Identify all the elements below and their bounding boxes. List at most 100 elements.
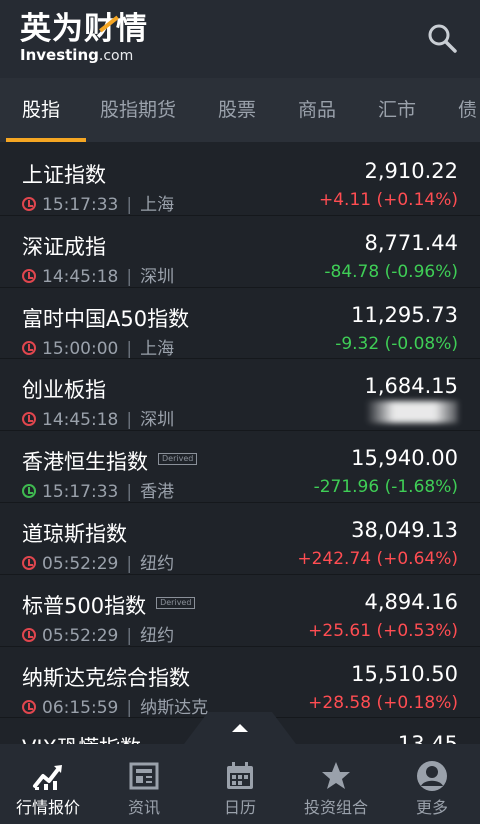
investing-logo[interactable]: 英为财情 Investing.com <box>20 12 148 64</box>
index-price: 15,510.50 <box>351 661 458 686</box>
logo-english-suffix: .com <box>98 48 134 64</box>
clock-icon <box>22 340 36 355</box>
separator: | <box>126 625 133 646</box>
index-change: -9.32 (-0.08%) <box>335 333 458 354</box>
index-name-text: 香港恒生指数 <box>22 450 148 475</box>
index-change: -84.78 (-0.96%) <box>324 261 458 282</box>
clock-icon <box>22 197 36 211</box>
index-name: 标普500指数 Derived <box>22 590 196 620</box>
nav-calendar[interactable]: 日历 <box>192 744 288 824</box>
update-time: 15:00:00 <box>42 338 119 359</box>
index-list: 上证指数 15:17:33 | 上海 2,910.22 +4.11 (+0.14%)… <box>0 144 480 759</box>
update-time: 14:45:18 <box>42 266 119 287</box>
list-item[interactable]: 标普500指数 Derived 05:52:29 | 纽约 4,894.16 +25.… <box>0 574 480 647</box>
clock-icon <box>22 555 36 570</box>
index-name: 道琼斯指数 <box>22 521 127 546</box>
index-meta: 15:00:00 | 上海 <box>22 334 174 359</box>
index-meta: 05:52:29 | 纽约 <box>22 549 174 574</box>
index-price: 1,684.15 <box>364 374 458 399</box>
logo-english: Investing.com <box>20 47 148 64</box>
clock-icon <box>22 699 36 714</box>
index-meta: 15:17:33 | 上海 <box>22 190 174 215</box>
clock-icon <box>22 627 36 642</box>
user-icon <box>417 761 447 791</box>
separator: | <box>126 195 133 215</box>
search-button[interactable] <box>426 22 458 54</box>
nav-quotes[interactable]: 行情报价 <box>0 744 96 824</box>
star-icon <box>322 762 350 789</box>
market-name: 上海 <box>140 195 175 215</box>
market-name: 纽约 <box>140 625 175 646</box>
index-name: 纳斯达克综合指数 <box>22 665 190 690</box>
separator: | <box>126 410 133 431</box>
separator: | <box>126 697 133 718</box>
index-meta: 14:45:18 | 深圳 <box>22 405 174 430</box>
index-change: +242.74 (+0.64%) <box>297 548 458 569</box>
index-change: +25.61 (+0.53%) <box>308 620 458 641</box>
separator: | <box>126 482 133 503</box>
tab-indices[interactable]: 股指 <box>22 78 60 142</box>
derived-badge: Derived <box>156 596 196 609</box>
list-item[interactable]: 富时中国A50指数 15:00:00 | 上海 11,295.73 -9.32 (-… <box>0 287 480 360</box>
clock-icon <box>22 484 36 499</box>
calendar-icon <box>227 762 253 789</box>
category-tabs: 股指 股指期货 股票 商品 汇市 债 <box>0 78 480 142</box>
chevron-up-icon <box>184 712 296 744</box>
list-item[interactable]: 创业板指 14:45:18 | 深圳 1,684.15 <box>0 359 480 432</box>
list-item[interactable]: 香港恒生指数 Derived 15:17:33 | 香港 15,940.00 -271… <box>0 431 480 503</box>
index-price: 38,049.13 <box>351 517 458 542</box>
tab-index-futures[interactable]: 股指期货 <box>100 78 176 142</box>
index-name: 香港恒生指数 Derived <box>22 446 198 476</box>
derived-badge: Derived <box>158 453 198 466</box>
index-price: 4,894.16 <box>364 589 458 614</box>
nav-label: 日历 <box>223 798 256 817</box>
nav-news[interactable]: 资讯 <box>96 744 192 824</box>
tab-forex[interactable]: 汇市 <box>378 78 416 142</box>
list-item[interactable]: 道琼斯指数 05:52:29 | 纽约 38,049.13 +242.74 (+0.… <box>0 502 480 575</box>
tab-bonds[interactable]: 债 <box>458 78 477 142</box>
tab-commodities[interactable]: 商品 <box>298 78 336 142</box>
tab-stocks[interactable]: 股票 <box>218 78 256 142</box>
separator: | <box>126 553 133 574</box>
nav-label: 更多 <box>415 798 448 817</box>
logo-english-main: Investing <box>20 46 99 64</box>
news-icon <box>129 762 159 790</box>
list-item[interactable]: 纳斯达克综合指数 06:15:59 | 纳斯达克 15,510.50 +28.58 … <box>0 646 480 719</box>
index-change: -271.96 (-1.68%) <box>313 477 458 498</box>
search-icon <box>428 24 457 53</box>
bottom-navigation: 行情报价 资讯 日历 投资组合 更多 <box>0 744 480 824</box>
index-meta: 15:17:33 | 香港 <box>22 477 174 502</box>
market-name: 纽约 <box>140 553 175 574</box>
clock-icon <box>22 268 36 283</box>
index-price: 11,295.73 <box>351 302 458 327</box>
index-name: 深证成指 <box>22 234 106 259</box>
nav-label: 投资组合 <box>303 798 368 817</box>
update-time: 06:15:59 <box>42 697 119 718</box>
list-item[interactable]: 深证成指 14:45:18 | 深圳 8,771.44 -84.78 (-0.96%… <box>0 215 480 288</box>
index-meta: 05:52:29 | 纽约 <box>22 621 174 646</box>
market-name: 上海 <box>140 338 175 359</box>
nav-label: 行情报价 <box>15 798 80 817</box>
index-name: 创业板指 <box>22 378 106 403</box>
update-time: 05:52:29 <box>42 553 119 574</box>
nav-more[interactable]: 更多 <box>384 744 480 824</box>
nav-label: 资讯 <box>127 798 160 817</box>
index-change: +28.58 (+0.18%) <box>308 692 458 713</box>
nav-portfolio[interactable]: 投资组合 <box>288 744 384 824</box>
list-item[interactable]: 上证指数 15:17:33 | 上海 2,910.22 +4.11 (+0.14%) <box>0 144 480 216</box>
separator: | <box>126 266 133 287</box>
index-meta: 06:15:59 | 纳斯达克 <box>22 693 208 718</box>
expand-handle[interactable] <box>184 712 296 744</box>
update-time: 14:45:18 <box>42 410 119 431</box>
index-change: +4.11 (+0.14%) <box>318 190 458 210</box>
loading-highlight <box>366 401 458 424</box>
market-name: 深圳 <box>140 266 175 287</box>
app-header: 英为财情 Investing.com <box>0 0 480 78</box>
index-meta: 14:45:18 | 深圳 <box>22 262 174 287</box>
index-price: 2,910.22 <box>364 159 458 183</box>
update-time: 15:17:33 <box>42 482 119 503</box>
logo-chinese-text: 英为财情 <box>20 11 148 47</box>
update-time: 05:52:29 <box>42 625 119 646</box>
separator: | <box>126 338 133 359</box>
index-name: 富时中国A50指数 <box>22 306 190 331</box>
